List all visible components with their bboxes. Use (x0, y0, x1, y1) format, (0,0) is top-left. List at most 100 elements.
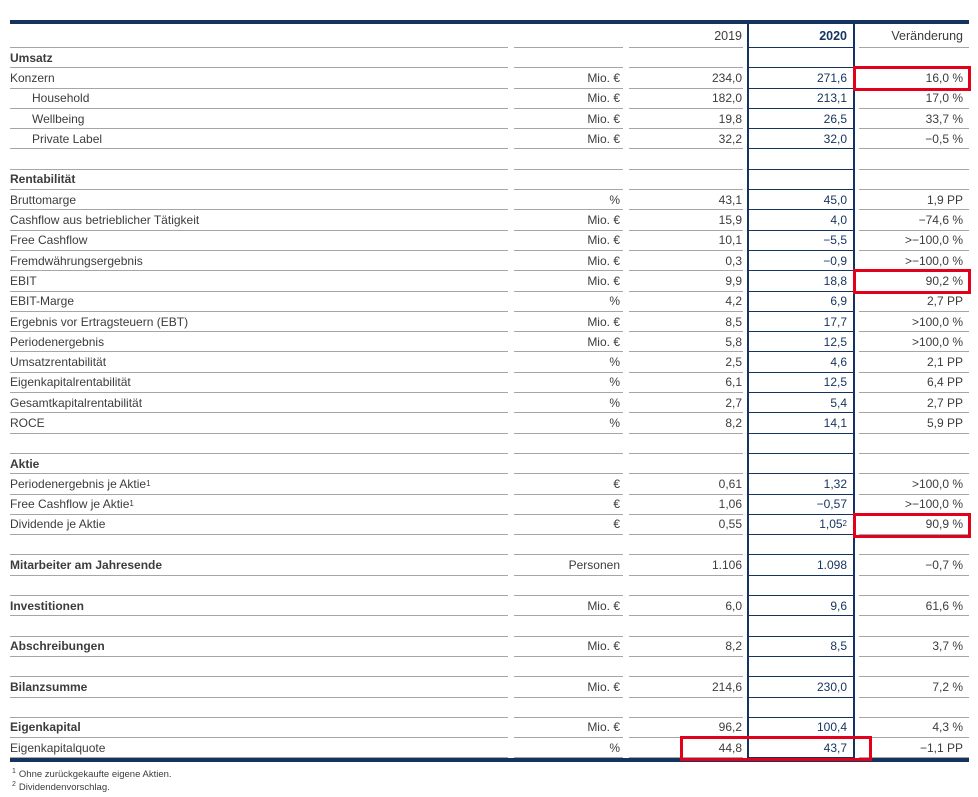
row-label (10, 616, 508, 636)
value-2020: 230,0 (749, 677, 853, 697)
value-2019: 9,9 (629, 271, 743, 291)
value-2020: 32,0 (749, 129, 853, 149)
header-label-cell (10, 24, 508, 48)
value-2019: 6,0 (629, 596, 743, 616)
table-row: Umsatzrentabilität%2,54,62,1 PP (10, 352, 969, 372)
table-header-row: 2019 2020 Veränderung (10, 24, 969, 48)
value-2019: 8,2 (629, 413, 743, 433)
value-change (859, 535, 969, 555)
spacer-row (10, 576, 969, 596)
value-2020 (749, 698, 853, 718)
value-2020: 8,5 (749, 637, 853, 657)
header-unit-cell (514, 24, 623, 48)
table-row: Eigenkapitalrentabilität%6,112,56,4 PP (10, 373, 969, 393)
value-2019: 0,3 (629, 251, 743, 271)
value-change: 7,2 % (859, 677, 969, 697)
value-2020: 12,5 (749, 373, 853, 393)
row-unit (514, 576, 623, 596)
value-2019: 182,0 (629, 89, 743, 109)
value-change: 3,7 % (859, 637, 969, 657)
value-change: −74,6 % (859, 210, 969, 230)
row-label: Periodenergebnis je Aktie1 (10, 474, 508, 494)
row-unit: Mio. € (514, 210, 623, 230)
row-unit (514, 535, 623, 555)
table-row: Free CashflowMio. €10,1−5,5>−100,0 % (10, 231, 969, 251)
value-2020: 271,6 (749, 68, 853, 88)
value-2019 (629, 698, 743, 718)
row-label: Free Cashflow je Aktie1 (10, 495, 508, 515)
value-2019: 214,6 (629, 677, 743, 697)
row-unit (514, 149, 623, 169)
row-label: Aktie (10, 454, 508, 474)
value-2019: 6,1 (629, 373, 743, 393)
row-unit: Mio. € (514, 332, 623, 352)
value-2020 (749, 576, 853, 596)
value-change: 90,9 % (859, 515, 969, 535)
value-2020: 14,1 (749, 413, 853, 433)
value-change: >−100,0 % (859, 251, 969, 271)
value-change: 5,9 PP (859, 413, 969, 433)
value-2020: 4,6 (749, 352, 853, 372)
value-2019: 32,2 (629, 129, 743, 149)
row-unit: % (514, 352, 623, 372)
row-unit: Mio. € (514, 251, 623, 271)
value-change: 1,9 PP (859, 190, 969, 210)
table-row: Eigenkapitalquote%44,843,7−1,1 PP (10, 738, 969, 758)
value-2020: 1,052 (749, 515, 853, 535)
row-unit (514, 616, 623, 636)
value-2020: 26,5 (749, 109, 853, 129)
value-2020: −0,9 (749, 251, 853, 271)
value-2020: 12,5 (749, 332, 853, 352)
value-change: 17,0 % (859, 89, 969, 109)
table-row: WellbeingMio. €19,826,533,7 % (10, 109, 969, 129)
value-2020: 18,8 (749, 271, 853, 291)
row-label: ROCE (10, 413, 508, 433)
row-label: Mitarbeiter am Jahresende (10, 555, 508, 575)
value-2020: 5,4 (749, 393, 853, 413)
value-2020: 6,9 (749, 292, 853, 312)
row-unit: € (514, 515, 623, 535)
value-2019 (629, 657, 743, 677)
table-row: FremdwährungsergebnisMio. €0,3−0,9>−100,… (10, 251, 969, 271)
header-2020: 2020 (749, 24, 853, 48)
row-unit (514, 170, 623, 190)
value-2020: 213,1 (749, 89, 853, 109)
row-unit: Mio. € (514, 109, 623, 129)
value-2019: 2,5 (629, 352, 743, 372)
value-change: −0,7 % (859, 555, 969, 575)
row-label: Umsatzrentabilität (10, 352, 508, 372)
row-unit: % (514, 393, 623, 413)
row-label: Dividende je Aktie (10, 515, 508, 535)
value-change: 61,6 % (859, 596, 969, 616)
value-2019: 96,2 (629, 718, 743, 738)
table-row: Dividende je Aktie€0,551,05290,9 % (10, 515, 969, 535)
footnote-marker: 2 (12, 781, 16, 788)
row-label: Free Cashflow (10, 231, 508, 251)
table-row: EigenkapitalMio. €96,2100,44,3 % (10, 718, 969, 738)
value-change: 90,2 % (859, 271, 969, 291)
value-2019 (629, 454, 743, 474)
table-row: EBITMio. €9,918,890,2 % (10, 271, 969, 291)
value-2020 (749, 535, 853, 555)
row-label: Bilanzsumme (10, 677, 508, 697)
row-label: Bruttomarge (10, 190, 508, 210)
report-page: 2019 2020 Veränderung UmsatzKonzernMio. … (0, 0, 978, 797)
table-row: Bruttomarge%43,145,01,9 PP (10, 190, 969, 210)
row-unit: € (514, 474, 623, 494)
row-label: Ergebnis vor Ertragsteuern (EBT) (10, 312, 508, 332)
footnote-text: Dividendenvorschlag. (19, 782, 110, 793)
table-row: Aktie (10, 454, 969, 474)
value-change (859, 170, 969, 190)
row-unit: Mio. € (514, 596, 623, 616)
value-2019 (629, 149, 743, 169)
row-label (10, 434, 508, 454)
row-unit: % (514, 373, 623, 393)
value-2020: 100,4 (749, 718, 853, 738)
value-2020: 17,7 (749, 312, 853, 332)
key-figures-table: 2019 2020 Veränderung UmsatzKonzernMio. … (10, 20, 969, 762)
footnote-text: Ohne zurückgekaufte eigene Aktien. (19, 769, 172, 780)
spacer-row (10, 434, 969, 454)
value-change: >100,0 % (859, 474, 969, 494)
value-change: 2,7 PP (859, 292, 969, 312)
value-2019: 5,8 (629, 332, 743, 352)
